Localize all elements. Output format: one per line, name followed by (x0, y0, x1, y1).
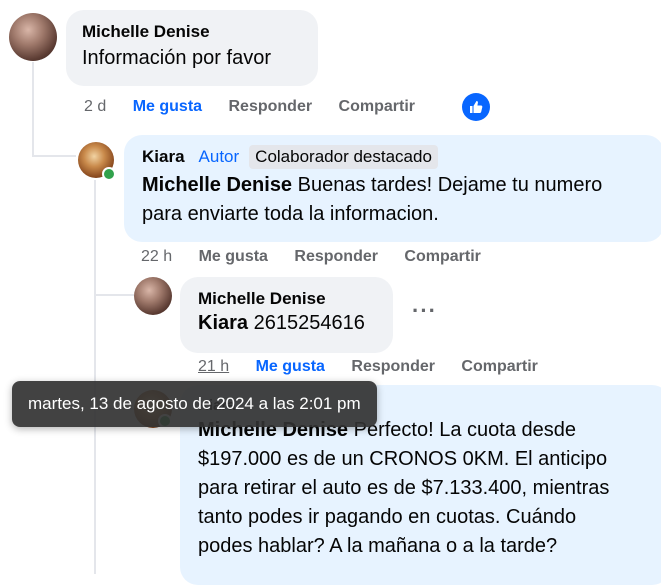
comment-actions: 22 h Me gusta Responder Compartir (141, 248, 503, 266)
avatar[interactable] (134, 277, 172, 315)
top-contributor-badge: Colaborador destacado (249, 145, 438, 169)
share-button[interactable]: Compartir (461, 358, 537, 376)
comment-text: Michelle Denise Perfecto! La cuota desde… (198, 416, 652, 561)
timestamp-tooltip: martes, 13 de agosto de 2024 a las 2:01 … (12, 381, 377, 427)
comment-author[interactable]: Michelle Denise (198, 289, 375, 309)
comment-author[interactable]: Michelle Denise (82, 22, 302, 42)
comment-bubble: Kiara Autor Colaborador destacado Michelle… (124, 135, 661, 242)
thread-line-main (32, 62, 34, 157)
comment-text: Kiara 2615254616 (198, 309, 375, 338)
more-options-icon[interactable]: ··· (412, 298, 437, 324)
comment-actions: 21 h Me gusta Responder Compartir (198, 358, 560, 376)
mention-link[interactable]: Kiara (198, 312, 248, 334)
comment-time[interactable]: 2 d (84, 98, 106, 116)
like-button[interactable]: Me gusta (199, 248, 268, 266)
comment-text-line: Perfecto! La cuota desde (348, 419, 576, 441)
like-button[interactable]: Me gusta (133, 98, 202, 116)
share-button[interactable]: Compartir (404, 248, 480, 266)
online-status-indicator (102, 167, 116, 181)
comment-bubble: Michelle Denise Información por favor (66, 10, 318, 86)
avatar[interactable] (9, 13, 57, 61)
comment-actions: 2 d Me gusta Responder Compartir (84, 98, 437, 116)
comment-author[interactable]: Kiara (142, 147, 185, 166)
comment-text-line: para enviarte toda la informacion. (142, 203, 439, 225)
thread-line-main-curve (32, 155, 76, 157)
reply-button[interactable]: Responder (351, 358, 435, 376)
comment-bubble: Michelle Denise Kiara 2615254616 (180, 277, 393, 353)
comment-text-line: podes hablar? A la mañana o a la tarde? (198, 535, 558, 557)
comment-time[interactable]: 22 h (141, 248, 172, 266)
thumbs-up-icon[interactable] (462, 93, 490, 121)
comment-text-line: 2615254616 (248, 312, 365, 334)
author-label: Autor (198, 147, 240, 166)
comment-text-line: Buenas tardes! Dejame tu numero (292, 174, 603, 196)
thread-line-reply (94, 180, 96, 574)
reply-button[interactable]: Responder (294, 248, 378, 266)
thread-line-reply-curve (94, 294, 134, 296)
mention-link[interactable]: Michelle Denise (142, 174, 292, 196)
comment-time[interactable]: 21 h (198, 358, 229, 376)
comment-header: Kiara Autor Colaborador destacado (142, 145, 646, 169)
comment-text-line: $197.000 es de un CRONOS 0KM. El anticip… (198, 448, 608, 470)
share-button[interactable]: Compartir (339, 98, 415, 116)
comment-text-line: tanto podes ir pagando en cuotas. Cuándo (198, 506, 577, 528)
comment-text: Información por favor (82, 47, 271, 69)
like-button[interactable]: Me gusta (256, 358, 325, 376)
comment-text-line: para retirar el auto es de $7.133.400, m… (198, 477, 610, 499)
reply-button[interactable]: Responder (229, 98, 313, 116)
comment-text: Michelle Denise Buenas tardes! Dejame tu… (142, 171, 646, 229)
